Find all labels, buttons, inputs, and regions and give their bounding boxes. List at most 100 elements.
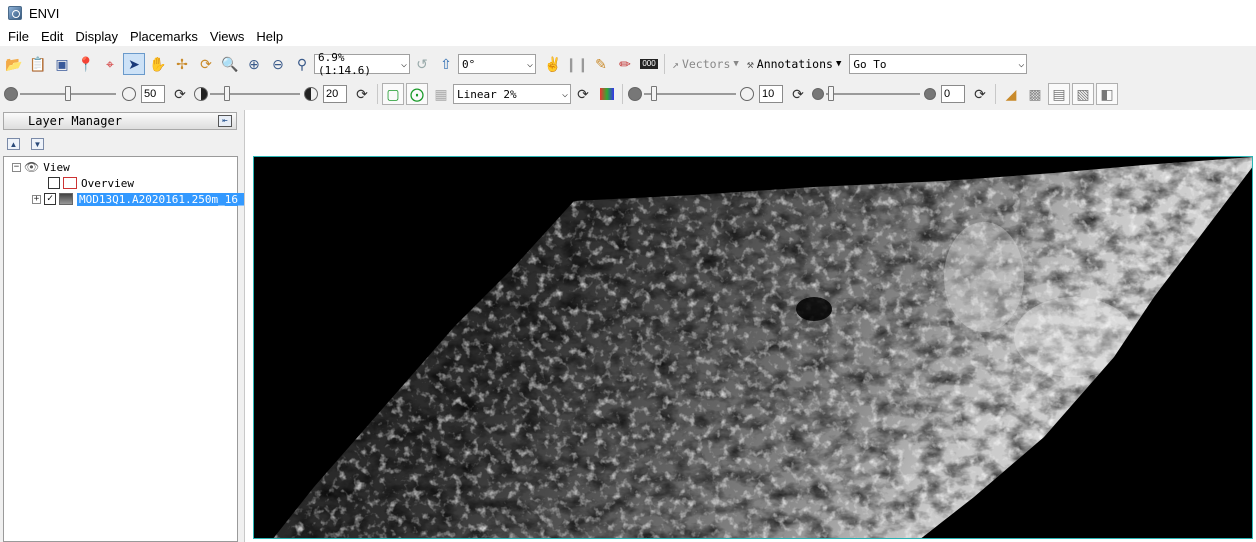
reset-stretch-icon[interactable]: ⟳ — [572, 83, 594, 105]
goto-field[interactable]: Go To ⌵ — [849, 54, 1028, 74]
pan-hand-icon[interactable]: ✋ — [147, 53, 169, 75]
raster-layer-label[interactable]: MOD13Q1.A2020161.250m_16_ — [77, 192, 247, 206]
overview-icon — [63, 177, 77, 189]
zoom-in-icon[interactable]: ⊕ — [243, 53, 265, 75]
expand-down-icon[interactable]: ▼ — [31, 138, 44, 150]
raster-layer-icon — [59, 193, 73, 205]
brightness-value-field[interactable]: 50 — [141, 85, 165, 103]
window-title: ENVI — [29, 5, 60, 21]
slider-thumb[interactable] — [651, 86, 657, 101]
data-manager-icon[interactable]: 📋 — [27, 53, 49, 75]
layer-visibility-checkbox[interactable]: ✓ — [44, 193, 56, 205]
expand-icon[interactable]: + — [32, 194, 41, 204]
contrast-high-icon — [304, 87, 318, 101]
title-bar: ENVI — [0, 0, 1256, 26]
pin-icon[interactable]: 📍 — [75, 53, 97, 75]
menu-help[interactable]: Help — [250, 29, 289, 44]
tree-node-overview[interactable]: Overview — [48, 175, 134, 191]
zoom-full-icon[interactable]: ⚲ — [291, 53, 313, 75]
north-up-icon[interactable]: ⇧ — [435, 53, 457, 75]
layer-manager-title: Layer Manager — [28, 114, 122, 128]
layer-tree: − 👁 View Overview + ✓ MOD13Q1.A2020161.2… — [3, 156, 247, 542]
rotation-select[interactable]: 0° ⌵ — [458, 54, 536, 74]
annotations-icon: ⚒ — [746, 57, 754, 71]
menu-views[interactable]: Views — [204, 29, 250, 44]
reset-transparency-icon[interactable]: ⟳ — [969, 83, 991, 105]
view-panel — [244, 110, 1256, 542]
slider-thumb[interactable] — [224, 86, 230, 101]
sharpen-slider[interactable] — [644, 84, 736, 104]
profile-icon[interactable]: ✎ — [590, 53, 612, 75]
crop-icon[interactable]: ▣ — [51, 53, 73, 75]
contrast-value-field[interactable]: 20 — [323, 85, 347, 103]
collapse-up-icon[interactable]: ▲ — [7, 138, 20, 150]
tree-node-layer[interactable]: + ✓ MOD13Q1.A2020161.250m_16_ — [32, 191, 247, 207]
stretch-disabled-icon[interactable]: ▦ — [430, 83, 452, 105]
chevron-down-icon: ⌵ — [400, 58, 407, 70]
contrast-slider[interactable] — [210, 84, 300, 104]
select-arrow-icon[interactable]: ➤ — [123, 53, 145, 75]
cursor-value-icon[interactable]: ✌ — [542, 53, 564, 75]
transparency-value-field[interactable]: 0 — [941, 85, 965, 103]
separator — [664, 54, 665, 74]
view-flicker-icon[interactable]: ▧ — [1072, 83, 1094, 105]
view-blend-icon[interactable]: ▤ — [1048, 83, 1070, 105]
collapse-icon[interactable]: − — [12, 162, 21, 172]
vectors-button[interactable]: ↗ Vectors ▼ — [672, 57, 739, 71]
envi-app-icon — [8, 6, 22, 20]
main-toolbar: 📂 📋 ▣ 📍 ⌖ ➤ ✋ ✢ ⟳ 🔍 ⊕ ⊖ ⚲ 6.9% (1:14.6) ⌵… — [0, 49, 1256, 79]
fly-icon[interactable]: ✢ — [171, 53, 193, 75]
separator — [622, 84, 623, 104]
dock-pin-icon[interactable]: ⇤ — [218, 115, 232, 127]
chevron-down-icon: ⌵ — [526, 58, 533, 70]
counter-icon[interactable]: 000 — [638, 53, 660, 75]
zoom-out-icon[interactable]: ⊖ — [267, 53, 289, 75]
reset-sharpen-icon[interactable]: ⟳ — [787, 83, 809, 105]
stretch-view-icon[interactable]: ▢ — [382, 83, 404, 105]
stretch-type-select[interactable]: Linear 2% ⌵ — [453, 84, 571, 104]
pixel-locator-icon[interactable]: ❙❙ — [565, 53, 588, 75]
stretch-full-icon[interactable]: ⨀ — [406, 83, 428, 105]
crosshair-icon[interactable]: ⌖ — [99, 53, 121, 75]
menu-placemarks[interactable]: Placemarks — [124, 29, 204, 44]
slider-thumb[interactable] — [65, 86, 71, 101]
caret-down-icon: ▼ — [835, 59, 842, 69]
reset-brightness-icon[interactable]: ⟳ — [169, 83, 191, 105]
rotate-left-icon[interactable]: ↺ — [411, 53, 433, 75]
transparency-high-icon — [924, 88, 936, 100]
chevron-down-icon: ⌵ — [561, 88, 568, 100]
menu-file[interactable]: File — [2, 29, 35, 44]
menu-bar: File Edit Display Placemarks Views Help — [0, 26, 1256, 46]
sharpen-low-icon — [628, 87, 642, 101]
raster-image[interactable] — [254, 157, 1253, 539]
brightness-slider[interactable] — [20, 84, 116, 104]
brightness-high-icon — [122, 87, 136, 101]
contrast-low-icon — [194, 87, 208, 101]
image-view-canvas[interactable] — [253, 156, 1253, 539]
roi-tool-icon[interactable]: ✏ — [614, 53, 636, 75]
measure-icon[interactable]: ◢ — [1000, 83, 1022, 105]
transparency-slider[interactable] — [826, 84, 920, 104]
menu-display[interactable]: Display — [69, 29, 124, 44]
portal-icon[interactable]: ▩ — [1024, 83, 1046, 105]
zoom-select[interactable]: 6.9% (1:14.6) ⌵ — [314, 51, 410, 77]
view-label: View — [43, 160, 70, 174]
zoom-box-icon[interactable]: 🔍 — [219, 53, 241, 75]
color-table-icon[interactable]: ■■ — [596, 83, 618, 105]
slider-thumb[interactable] — [828, 86, 834, 101]
transparency-low-icon — [812, 88, 824, 100]
tree-node-view[interactable]: − 👁 View — [12, 159, 70, 175]
sharpen-high-icon — [740, 87, 754, 101]
annotations-button[interactable]: ⚒ Annotations ▼ — [747, 57, 842, 71]
vectors-icon: ↗ — [672, 57, 679, 71]
brightness-low-icon — [4, 87, 18, 101]
overview-checkbox[interactable] — [48, 177, 60, 189]
separator — [995, 84, 996, 104]
view-swipe-icon[interactable]: ◧ — [1096, 83, 1118, 105]
reset-contrast-icon[interactable]: ⟳ — [351, 83, 373, 105]
overview-label: Overview — [81, 176, 134, 190]
rotate-icon[interactable]: ⟳ — [195, 53, 217, 75]
open-file-icon[interactable]: 📂 — [3, 53, 25, 75]
menu-edit[interactable]: Edit — [35, 29, 69, 44]
sharpen-value-field[interactable]: 10 — [759, 85, 783, 103]
